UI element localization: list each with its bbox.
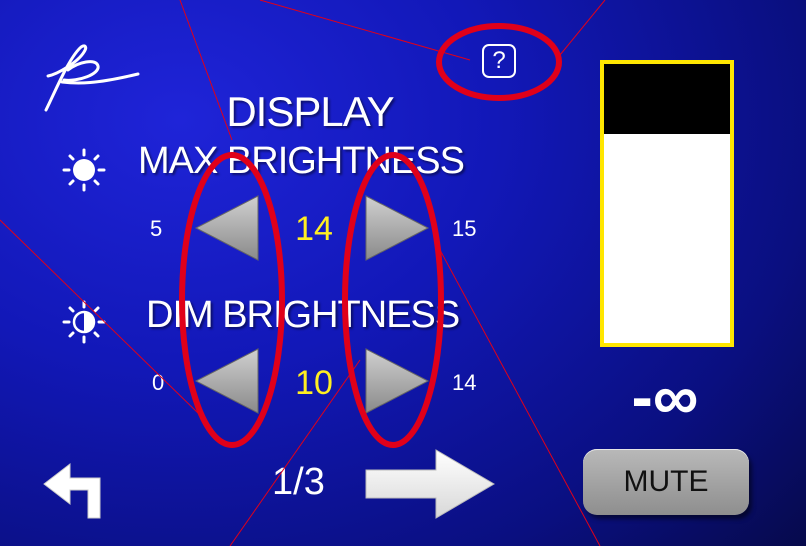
annotation-line — [559, 0, 606, 56]
sun-icon — [58, 148, 110, 192]
level-meter-dark-region — [604, 64, 730, 134]
next-page-button[interactable] — [362, 446, 498, 522]
display-settings-screen: ? DISPLAY MAX BRIGHTNESS 5 14 15 DIM BRI… — [0, 0, 806, 546]
half-sun-icon — [58, 300, 110, 344]
signature-logo — [38, 40, 148, 120]
left-arrow-icon — [194, 348, 259, 414]
dim-brightness-decrease-button[interactable] — [190, 345, 262, 417]
help-icon: ? — [492, 47, 506, 74]
dim-brightness-increase-button[interactable] — [362, 345, 434, 417]
next-arrow-icon — [365, 449, 495, 519]
max-brightness-label: MAX BRIGHTNESS — [138, 140, 465, 182]
page-indicator: 1/3 — [272, 461, 325, 503]
max-brightness-max: 15 — [452, 216, 477, 241]
max-brightness-value: 14 — [295, 210, 333, 248]
dim-brightness-value: 10 — [295, 364, 333, 402]
dim-brightness-max: 14 — [452, 370, 477, 395]
dim-brightness-min: 0 — [152, 370, 165, 395]
annotation-line — [259, 0, 471, 61]
max-brightness-decrease-button[interactable] — [190, 192, 262, 264]
dim-brightness-label: DIM BRIGHTNESS — [146, 294, 460, 336]
mute-button[interactable]: MUTE — [583, 449, 749, 515]
right-arrow-icon — [365, 348, 430, 414]
left-arrow-icon — [194, 195, 259, 261]
max-brightness-min: 5 — [150, 216, 163, 241]
right-arrow-icon — [365, 195, 430, 261]
back-button[interactable] — [40, 448, 114, 522]
max-brightness-increase-button[interactable] — [362, 192, 434, 264]
level-readout: -∞ — [631, 361, 699, 433]
level-meter — [600, 60, 734, 347]
back-arrow-icon — [43, 462, 101, 519]
page-title: DISPLAY — [226, 88, 394, 135]
help-button[interactable]: ? — [482, 44, 516, 78]
